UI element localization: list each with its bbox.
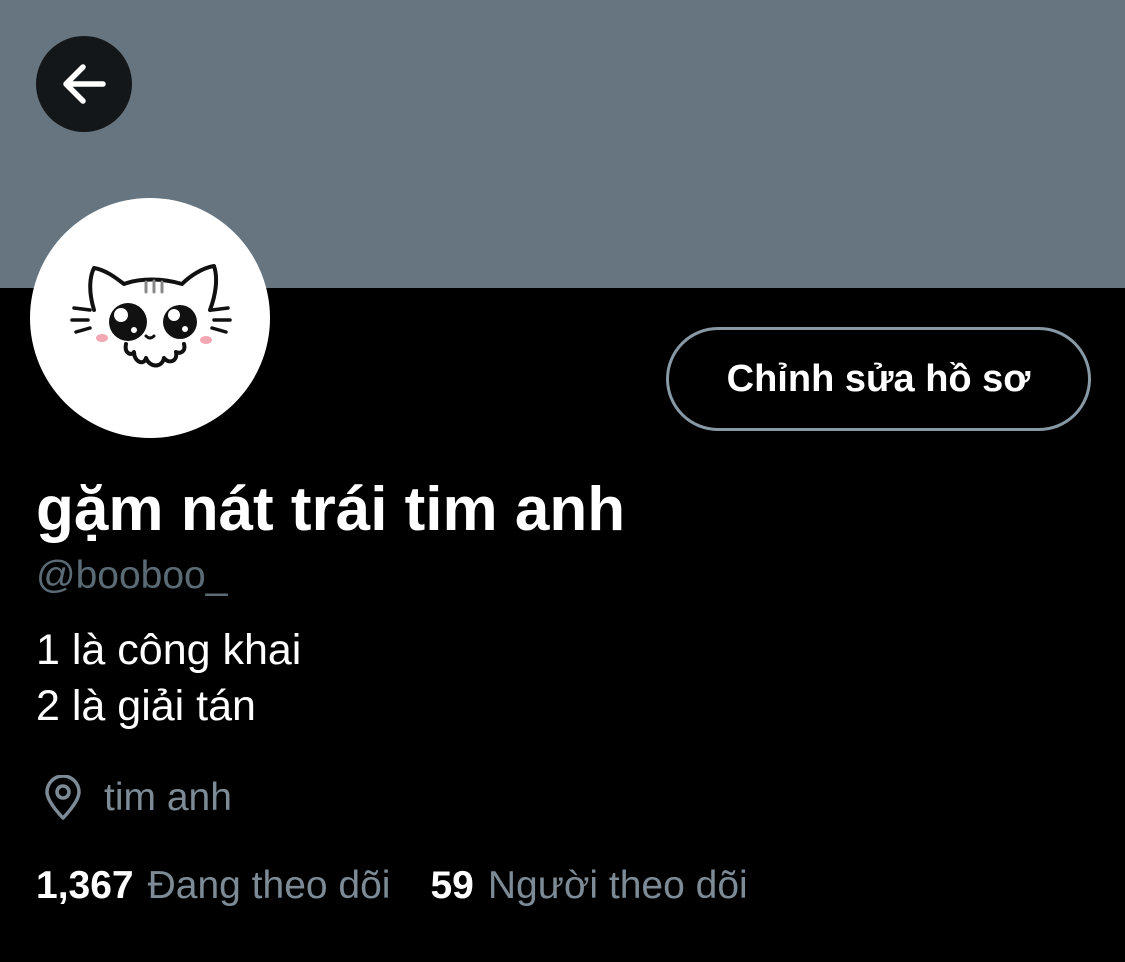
bio-line: 1 là công khai bbox=[36, 626, 302, 674]
bio-line: 2 là giải tán bbox=[36, 682, 256, 730]
followers-stat[interactable]: 59 Người theo dõi bbox=[430, 860, 747, 912]
location-text: tim anh bbox=[104, 776, 232, 819]
followers-count: 59 bbox=[430, 864, 474, 907]
display-name: gặm nát trái tim anh bbox=[36, 475, 626, 544]
following-count: 1,367 bbox=[36, 864, 134, 907]
profile-location: tim anh bbox=[40, 774, 232, 822]
profile-bio: 1 là công khai 2 là giải tán bbox=[36, 622, 301, 734]
following-label: Đang theo dõi bbox=[147, 864, 391, 907]
cat-face-drawing bbox=[70, 264, 232, 368]
arrow-left-icon bbox=[63, 64, 106, 104]
followers-label: Người theo dõi bbox=[487, 864, 748, 907]
edit-profile-button[interactable]: Chỉnh sửa hồ sơ bbox=[666, 327, 1091, 431]
avatar[interactable] bbox=[30, 198, 270, 438]
profile-handle: @booboo_ bbox=[36, 554, 228, 597]
follow-stats: 1,367 Đang theo dõi 59 Người theo dõi bbox=[36, 860, 748, 912]
back-button[interactable] bbox=[36, 36, 132, 132]
map-pin-icon bbox=[40, 775, 86, 821]
following-stat[interactable]: 1,367 Đang theo dõi bbox=[36, 860, 390, 912]
